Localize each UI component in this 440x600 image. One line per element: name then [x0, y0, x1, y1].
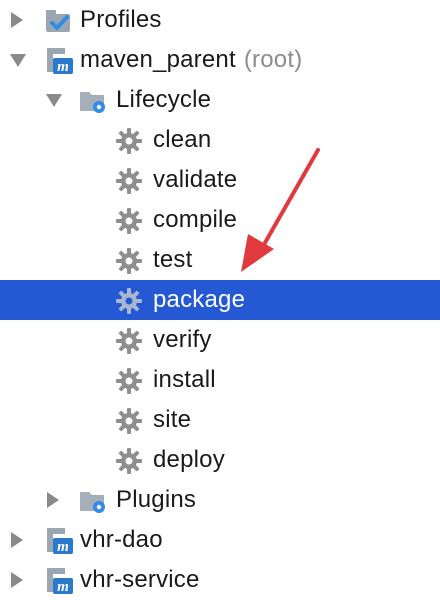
gear-icon	[116, 328, 142, 354]
phase-label: deploy	[153, 446, 225, 473]
lifecycle-phase-package[interactable]: package	[0, 280, 440, 320]
tree-node-label: vhr-dao	[80, 526, 163, 553]
phase-label: package	[153, 286, 246, 313]
phase-label: compile	[153, 206, 238, 233]
lifecycle-phase-site[interactable]: site	[0, 400, 440, 440]
tree-node-label: vhr-service	[80, 566, 200, 593]
lifecycle-phase-validate[interactable]: validate	[0, 160, 440, 200]
tree-node-label: maven_parent (root)	[80, 46, 303, 73]
tree-node-profiles[interactable]: Profiles	[0, 0, 440, 40]
maven-projects-tree: Profiles m maven_parent(root) Lifecycle	[0, 0, 440, 600]
maven-module-icon: m	[47, 48, 73, 75]
maven-module-icon: m	[47, 528, 73, 555]
tree-node-vhr-service[interactable]: m vhr-service	[0, 560, 440, 600]
tree-node-maven-parent[interactable]: m maven_parent (root)	[0, 40, 440, 80]
maven-module-icon: m	[47, 568, 73, 595]
lifecycle-phase-clean[interactable]: clean	[0, 120, 440, 160]
expand-arrow-icon[interactable]	[8, 8, 28, 32]
svg-text:m: m	[57, 539, 69, 555]
expand-arrow-icon[interactable]	[8, 568, 28, 592]
gear-icon	[116, 368, 142, 394]
tree-node-vhr-dao[interactable]: m vhr-dao	[0, 520, 440, 560]
tree-node-label: Plugins	[116, 486, 197, 513]
phase-label: site	[153, 406, 192, 433]
phase-label: validate	[153, 166, 238, 193]
collapse-arrow-icon[interactable]	[44, 88, 64, 112]
phase-label: verify	[153, 326, 212, 353]
expand-arrow-icon[interactable]	[44, 488, 64, 512]
expand-arrow-icon[interactable]	[8, 528, 28, 552]
gear-icon	[116, 448, 142, 474]
phase-label: test	[153, 246, 193, 273]
gear-icon	[116, 408, 142, 434]
plugins-folder-icon	[80, 492, 105, 513]
gear-icon	[116, 248, 142, 274]
gear-icon	[116, 128, 142, 154]
svg-text:m: m	[57, 579, 69, 595]
gear-icon	[116, 288, 142, 314]
phase-label: install	[153, 366, 216, 393]
lifecycle-phase-deploy[interactable]: deploy	[0, 440, 440, 480]
lifecycle-phase-install[interactable]: install	[0, 360, 440, 400]
root-suffix: (root)	[243, 46, 303, 73]
gear-icon	[116, 168, 142, 194]
lifecycle-phase-verify[interactable]: verify	[0, 320, 440, 360]
phase-label: clean	[153, 126, 212, 153]
tree-node-label: Profiles	[80, 6, 162, 33]
lifecycle-folder-icon	[80, 92, 105, 113]
gear-icon	[116, 208, 142, 234]
svg-text:m: m	[57, 59, 69, 75]
lifecycle-phase-test[interactable]: test	[0, 240, 440, 280]
profiles-check-icon	[46, 10, 70, 32]
lifecycle-phase-compile[interactable]: compile	[0, 200, 440, 240]
tree-node-plugins[interactable]: Plugins	[0, 480, 440, 520]
collapse-arrow-icon[interactable]	[8, 48, 28, 72]
tree-node-lifecycle[interactable]: Lifecycle	[0, 80, 440, 120]
tree-node-label: Lifecycle	[116, 86, 212, 113]
